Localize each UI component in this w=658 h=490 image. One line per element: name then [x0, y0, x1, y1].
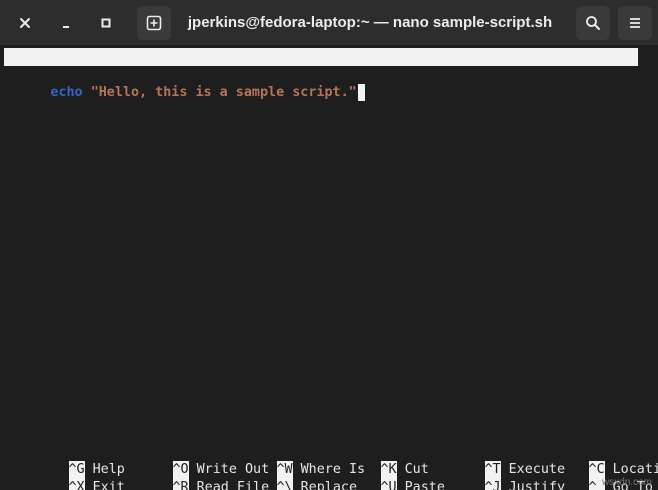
nano-modified-status: Modified — [564, 103, 629, 118]
new-tab-button[interactable] — [137, 6, 171, 40]
nano-header-bar: GNU nano 5.3 sample-script.sh Modified — [4, 48, 638, 118]
terminal-area[interactable]: GNU nano 5.3 sample-script.sh Modified e… — [2, 46, 658, 490]
shortcut-key: ^R — [172, 479, 189, 490]
new-tab-icon — [146, 15, 162, 31]
menu-button[interactable] — [618, 6, 652, 40]
watermark: wsxdn.com — [601, 477, 652, 488]
close-icon — [20, 18, 30, 28]
shortcut-key: ^U — [380, 479, 397, 490]
minimize-button[interactable] — [50, 7, 82, 39]
code-string: "Hello, this is a sample script." — [90, 85, 357, 100]
search-icon — [586, 16, 600, 30]
text-cursor — [357, 84, 365, 101]
maximize-button[interactable] — [90, 7, 122, 39]
editor-line[interactable]: echo "Hello, this is a sample script." — [2, 66, 365, 101]
hamburger-menu-icon — [630, 18, 640, 28]
shortcut-key: ^\ — [276, 479, 293, 490]
code-keyword: echo — [50, 85, 83, 100]
shortcut-exit[interactable]: ^X Exit — [4, 461, 125, 490]
shortcut-key: ^X — [68, 479, 85, 490]
window-title: jperkins@fedora-laptop:~ — nano sample-s… — [187, 14, 553, 31]
minimize-icon — [63, 26, 69, 28]
title-bar[interactable]: jperkins@fedora-laptop:~ — nano sample-s… — [0, 0, 658, 46]
search-button[interactable] — [576, 6, 610, 40]
maximize-icon — [101, 18, 111, 28]
shortcut-cut[interactable]: ^K Cut — [316, 443, 429, 479]
shortcut-key: ^J — [484, 479, 501, 490]
shortcut-location[interactable]: ^CLocation — [524, 443, 658, 479]
close-button[interactable] — [9, 7, 41, 39]
terminal-window: jperkins@fedora-laptop:~ — nano sample-s… — [0, 0, 658, 490]
shortcut-help[interactable]: ^G Help — [4, 443, 125, 479]
